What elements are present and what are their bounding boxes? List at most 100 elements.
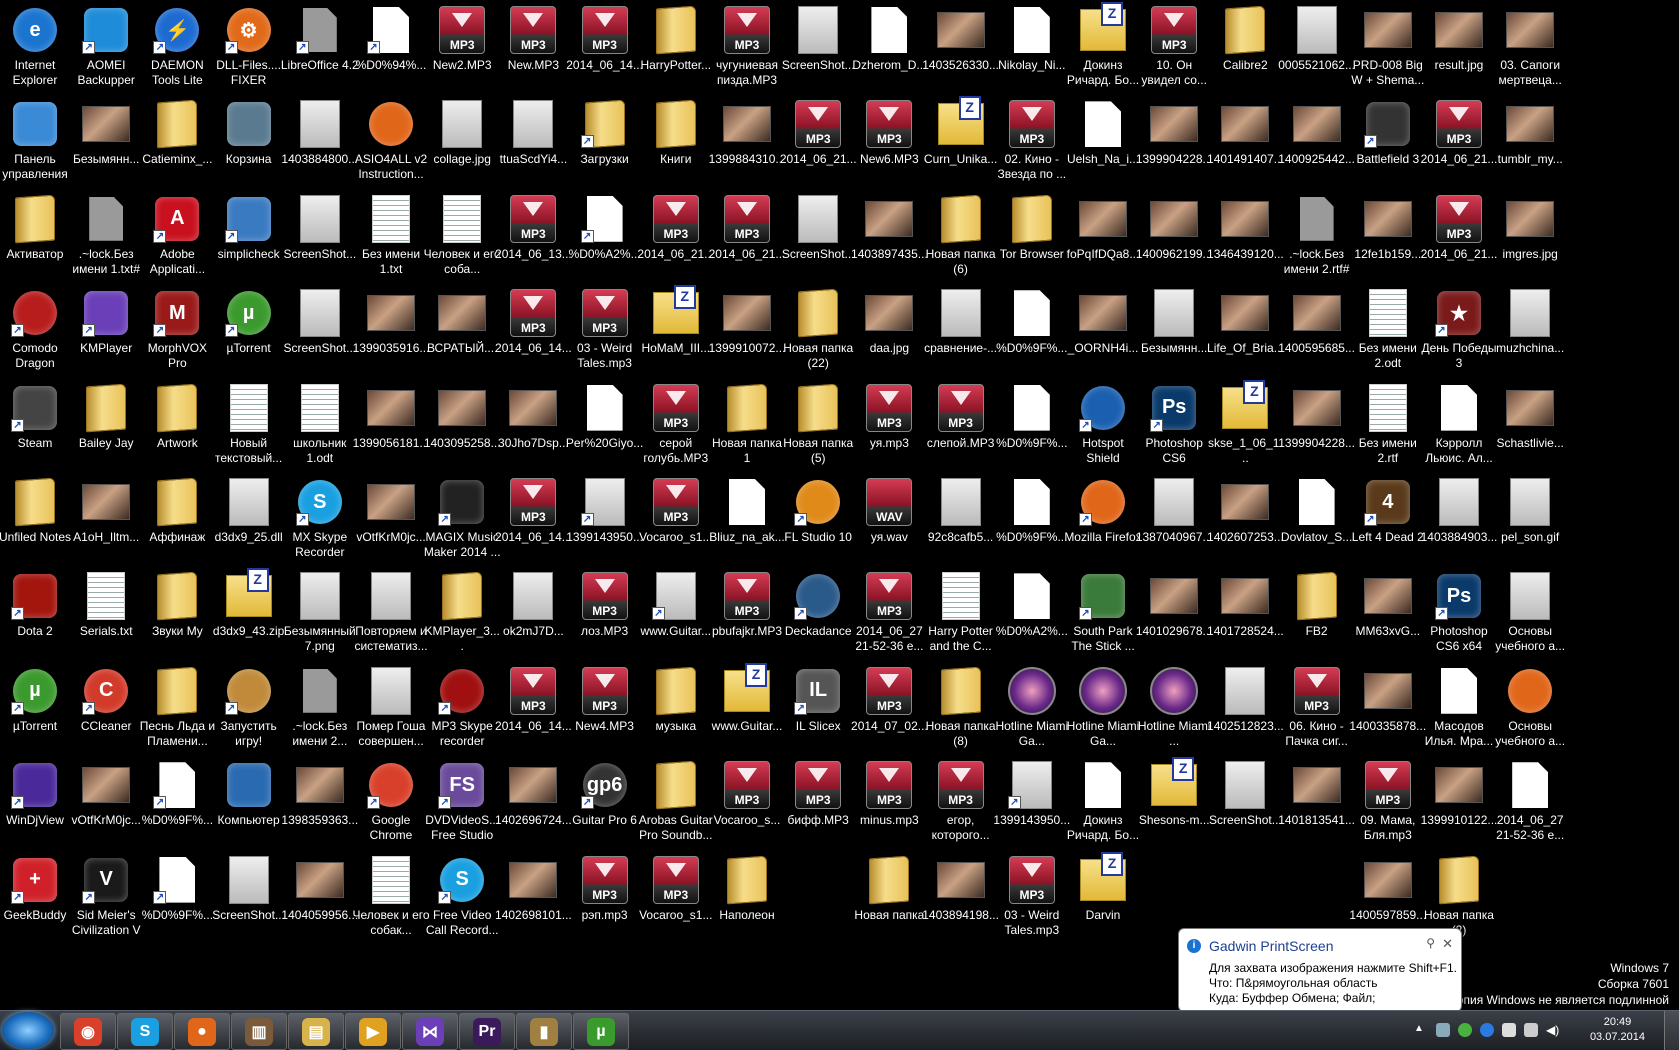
desktop-icon[interactable]: HarryPotter... [639,0,713,98]
desktop-icon[interactable]: Life_Of_Bria... [1207,283,1284,381]
desktop-icon[interactable]: Книги [639,94,713,192]
desktop-icon[interactable]: Vocaroo_s... [710,755,784,853]
desktop-icon[interactable]: 1402696724... [495,755,572,853]
desktop-icon[interactable]: Uelsh_Na_i... [1066,94,1140,192]
desktop-icon[interactable]: KMPlayer_3.... [425,566,500,664]
desktop-icon[interactable]: Наполеон [710,850,784,948]
desktop-icon[interactable]: школьник 1.odt [283,378,357,476]
show-desktop-button[interactable] [1664,1011,1679,1050]
desktop-icon[interactable]: Масодов Илья. Мра... [1422,661,1496,759]
desktop-icon[interactable]: collage.jpg [425,94,499,192]
desktop-icon[interactable]: vOtfKrM0jc... [354,472,428,570]
desktop-icon[interactable]: ★ ↗ День Победы 3 [1421,283,1497,381]
desktop-icon[interactable]: ↗ Dota 2 [0,566,72,664]
desktop-icon[interactable]: d3dx9_43.zip [212,566,286,664]
desktop-icon[interactable]: Без имени 2.odt [1351,283,1425,381]
close-icon[interactable]: ✕ [1442,936,1453,952]
desktop-icon[interactable]: 1403897435... [851,189,928,287]
desktop-icon[interactable]: %D0%A2%... [995,566,1069,664]
desktop-icon[interactable]: 1398359363... [281,755,358,853]
desktop-icon[interactable]: e Internet Explorer [0,0,72,98]
desktop-icon[interactable]: 2014_06_14... [495,661,572,759]
desktop-icon[interactable]: 10. Он увидел со... [1137,0,1211,98]
desktop-icon[interactable]: рэп.mp3 [568,850,642,948]
desktop-icon[interactable]: слепой.MP3 [924,378,998,476]
desktop-icon[interactable]: ↗ FL Studio 10 [781,472,855,570]
desktop-icon[interactable]: ↗ www.Guitar... [639,566,713,664]
desktop-icon[interactable]: Новая папка (22) [781,283,855,381]
desktop-icon[interactable]: 12fe1b159... [1351,189,1425,287]
desktop-icon[interactable]: 1401491407... [1207,94,1284,192]
desktop-icon[interactable]: Панель управления [0,94,72,192]
desktop-icon[interactable]: ВСРАТЫЙ.... [425,283,499,381]
desktop-icon[interactable]: A ↗ Adobe Applicati... [140,189,214,287]
start-button[interactable] [2,1012,54,1049]
desktop-icon[interactable]: 1402512823... [1207,661,1284,759]
desktop-icon[interactable]: 2014_06_13... [495,189,572,287]
desktop-icon[interactable]: 1403095258... [424,378,501,476]
desktop-icon[interactable]: muzhchina... [1493,283,1567,381]
desktop-icon[interactable]: ↗ MAGIX Music Maker 2014 ... [424,472,501,570]
desktop-icon[interactable]: + ↗ GeekBuddy [0,850,72,948]
desktop-icon[interactable]: ↗ 1399143950... [993,755,1070,853]
desktop-icon[interactable]: ↗ Mozilla Firefox [1064,472,1142,570]
desktop-icon[interactable]: Кэрролл Льюис. Ал... [1422,378,1496,476]
desktop-icon[interactable]: Per%20Giyo... [566,378,643,476]
desktop-icon[interactable]: Bliuz_na_ak... [709,472,785,570]
desktop-icon[interactable]: New.MP3 [496,0,570,98]
desktop-icon[interactable]: ↗ South Park The Stick ... [1066,566,1140,664]
desktop-icon[interactable]: 1387040967... [1136,472,1213,570]
desktop-icon[interactable]: HoMaM_III... [639,283,713,381]
desktop-icon[interactable]: 92c8cafb5... [924,472,998,570]
desktop-icon[interactable]: Tor Browser [995,189,1069,287]
desktop-icon[interactable]: Ps ↗ Photoshop CS6 [1137,378,1211,476]
desktop-icon[interactable]: Новая папка (5) [781,378,855,476]
desktop-icon[interactable]: ↗ Запустить игру! [212,661,286,759]
desktop-icon[interactable]: ScreenShot... [283,189,357,287]
desktop-icon[interactable]: 1399056181... [353,378,429,476]
desktop-icon[interactable]: Новая папка (8) [924,661,998,759]
desktop-icon[interactable]: result.jpg [1422,0,1496,98]
desktop-icon[interactable]: Человек и его собак... [352,850,430,948]
desktop-icon[interactable]: 2014_06_21... [1421,189,1497,287]
firefox-taskbar-button[interactable]: ● [174,1013,230,1050]
desktop-icon[interactable]: Безымянный 7.png [283,566,357,664]
desktop-icon[interactable]: 1403894198... [922,850,999,948]
desktop-icon[interactable]: ↗ WinDjView [0,755,72,853]
desktop-icon[interactable]: Новая папка [852,850,926,948]
explorer-taskbar-button[interactable]: ▤ [288,1013,344,1050]
desktop-icon[interactable]: Ps ↗ Photoshop CS6 x64 [1422,566,1496,664]
desktop-icon[interactable]: Vocaroo_s1... [639,850,713,948]
desktop-icon[interactable]: pel_son.gif [1493,472,1567,570]
desktop-icon[interactable]: 1399904228... [1136,94,1213,192]
desktop-icon[interactable]: ↗ AOMEI Backupper [69,0,143,98]
desktop-icon[interactable]: M ↗ MorphVOX Pro [140,283,214,381]
chrome-taskbar-button[interactable]: ◉ [60,1013,116,1050]
desktop-icon[interactable]: Звуки My [140,566,214,664]
desktop-icon[interactable]: 2014_06_14... [495,472,572,570]
desktop-icon[interactable]: Помер Гоша совершен... [354,661,428,759]
desktop-icon[interactable]: Докинз Ричард. Бо... [1066,755,1140,853]
desktop-icon[interactable]: pbufajkr.MP3 [710,566,784,664]
desktop-icon[interactable]: Serials.txt [69,566,143,664]
desktop-icon[interactable]: Аффинаж [140,472,214,570]
desktop-icon[interactable]: µ ↗ µTorrent [0,661,72,759]
book-app-taskbar-button[interactable]: ▮ [516,1013,572,1050]
desktop-icon[interactable]: Корзина [212,94,286,192]
desktop-icon[interactable]: Nikolay_Ni... [995,0,1069,98]
desktop-icon[interactable]: музыка [639,661,713,759]
desktop-icon[interactable]: Повторяем и систематиз... [354,566,428,664]
desktop-icon[interactable]: 1399884310... [709,94,785,192]
desktop-icon[interactable]: бифф.MP3 [781,755,855,853]
desktop-icon[interactable]: IL ↗ IL Slicex [781,661,855,759]
desktop-icon[interactable]: ↗ Deckadance [781,566,855,664]
desktop-icon[interactable]: Schastlivie... [1493,378,1567,476]
desktop-icon[interactable]: Без имени 1.txt [354,189,428,287]
desktop-icon[interactable]: S ↗ MX Skype Recorder [283,472,357,570]
desktop-icon[interactable]: imgres.jpg [1493,189,1567,287]
desktop-icon[interactable]: Unfiled Notes [0,472,72,570]
desktop-icon[interactable]: Artwork [140,378,214,476]
desktop-icon[interactable]: PRD-008 Big W + Shema... [1351,0,1425,98]
desktop-icon[interactable]: %D0%9F%... [995,283,1069,381]
desktop-icon[interactable]: FB2 [1280,566,1354,664]
